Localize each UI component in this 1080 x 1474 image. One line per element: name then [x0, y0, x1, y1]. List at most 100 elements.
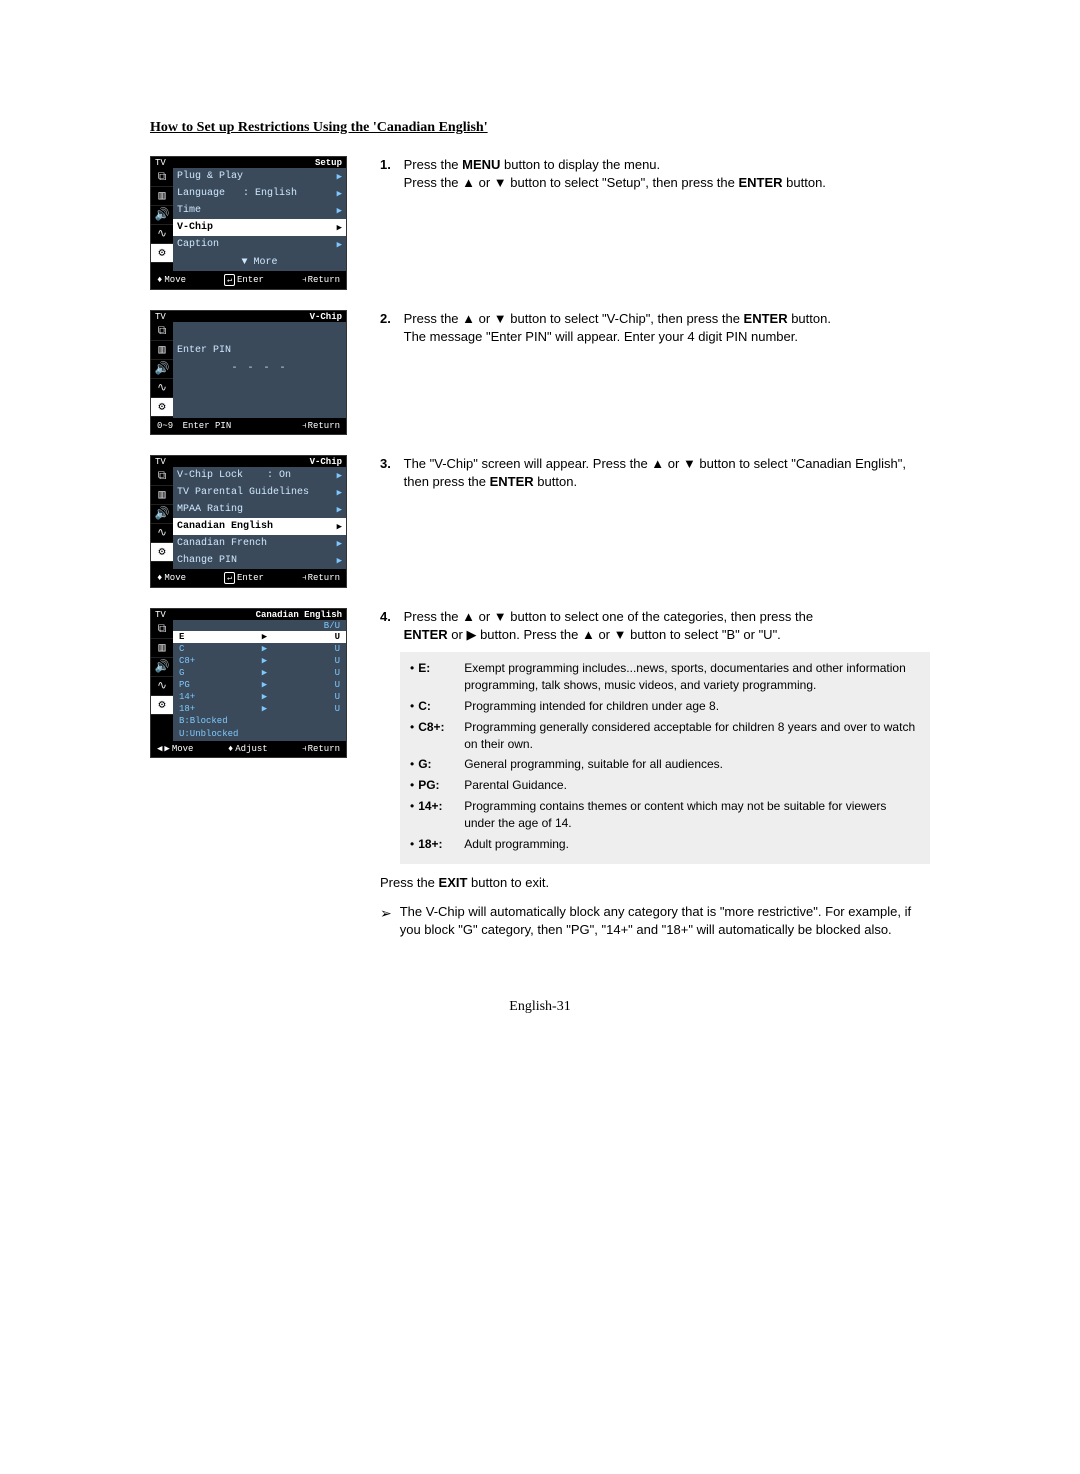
hint-move: ♦Move	[157, 572, 186, 584]
chevron-right-icon	[337, 522, 342, 532]
osd-canadian-english: TV Canadian English ⧉ ▥ 🔊 ∿ ⚙ B/U EU CU	[150, 608, 347, 758]
rating-row-18[interactable]: 18+U	[173, 703, 346, 715]
chevron-right-icon	[337, 172, 342, 182]
input-icon: ⧉	[158, 623, 167, 635]
step-number: 3.	[380, 455, 400, 473]
menu-item-canadian-french[interactable]: Canadian French	[173, 535, 346, 552]
hint-move-lr: Move	[157, 744, 193, 754]
enter-pin-label: Enter PIN	[173, 342, 346, 359]
note: ➢ The V-Chip will automatically block an…	[380, 903, 930, 939]
menu-item-mpaa[interactable]: MPAA Rating	[173, 501, 346, 518]
section-title: How to Set up Restrictions Using the 'Ca…	[150, 120, 930, 136]
osd-vchip-menu: TV V-Chip ⧉ ▥ 🔊 ∿ ⚙ V-Chip Lock : On TV …	[150, 455, 347, 588]
hint-return: ⫞Return	[302, 421, 340, 431]
chevron-right-icon	[219, 680, 310, 690]
chevron-right-icon	[337, 206, 342, 216]
def-c8: •C8+:Programming generally considered ac…	[410, 719, 920, 753]
setup-icon: ⚙	[158, 546, 165, 558]
hint-return: ⫞Return	[302, 572, 340, 584]
osd-tv-label: TV	[155, 610, 166, 620]
menu-item-change-pin[interactable]: Change PIN	[173, 552, 346, 569]
osd-tv-label: TV	[155, 457, 166, 467]
menu-item-caption[interactable]: Caption	[173, 236, 346, 253]
pin-input[interactable]: - - - -	[173, 359, 346, 378]
hint-enter: ↵Enter	[224, 572, 264, 584]
osd-sidebar: ⧉ ▥ 🔊 ∿ ⚙	[151, 322, 173, 418]
chevron-right-icon	[337, 189, 342, 199]
rating-row-c[interactable]: CU	[173, 643, 346, 655]
step-text: Press the ▲ or ▼ button to select one of…	[404, 608, 929, 644]
menu-item-vchip[interactable]: V-Chip	[173, 219, 346, 236]
sound-icon: 🔊	[155, 209, 170, 221]
setup-icon: ⚙	[158, 699, 165, 711]
menu-more[interactable]: ▼ More	[173, 253, 346, 271]
def-g: •G:General programming, suitable for all…	[410, 756, 920, 773]
menu-item-tv-parental[interactable]: TV Parental Guidelines	[173, 484, 346, 501]
osd-title: Canadian English	[256, 610, 342, 620]
hint-enter: ↵Enter	[224, 274, 264, 286]
channel-icon: ∿	[157, 527, 167, 539]
step-text: Press the MENU button to display the men…	[404, 156, 929, 192]
def-14: •14+:Programming contains themes or cont…	[410, 798, 920, 832]
chevron-right-icon	[337, 539, 342, 549]
chevron-right-icon	[337, 223, 342, 233]
osd-title: Setup	[315, 158, 342, 168]
picture-icon: ▥	[158, 344, 165, 356]
definitions-box: •E:Exempt programming includes...news, s…	[400, 652, 930, 864]
rating-row-c8[interactable]: C8+U	[173, 655, 346, 667]
hint-move: ♦Move	[157, 274, 186, 286]
channel-icon: ∿	[157, 228, 167, 240]
chevron-right-icon	[219, 692, 310, 702]
osd-setup: TV Setup ⧉ ▥ 🔊 ∿ ⚙ Plug & Play Language …	[150, 156, 347, 290]
setup-icon: ⚙	[158, 401, 165, 413]
step-number: 2.	[380, 310, 400, 328]
legend-unblocked: U:Unblocked	[173, 728, 346, 741]
step-text: The "V-Chip" screen will appear. Press t…	[404, 455, 929, 491]
sound-icon: 🔊	[155, 661, 170, 673]
picture-icon: ▥	[158, 190, 165, 202]
chevron-right-icon	[219, 644, 310, 654]
hint-return: ⫞Return	[302, 274, 340, 286]
chevron-right-icon	[337, 471, 342, 481]
chevron-right-icon	[337, 488, 342, 498]
chevron-right-icon	[219, 656, 310, 666]
hint-09: 0~9 Enter PIN	[157, 421, 231, 431]
input-icon: ⧉	[158, 171, 167, 183]
osd-sidebar: ⧉ ▥ 🔊 ∿ ⚙	[151, 620, 173, 741]
channel-icon: ∿	[157, 680, 167, 692]
rating-row-14[interactable]: 14+U	[173, 691, 346, 703]
sound-icon: 🔊	[155, 508, 170, 520]
rating-row-e[interactable]: EU	[173, 631, 346, 643]
rating-header: B/U	[173, 620, 346, 631]
osd-sidebar: ⧉ ▥ 🔊 ∿ ⚙	[151, 467, 173, 569]
menu-item-canadian-english[interactable]: Canadian English	[173, 518, 346, 535]
picture-icon: ▥	[158, 489, 165, 501]
osd-enter-pin: TV V-Chip ⧉ ▥ 🔊 ∿ ⚙ Enter PIN - - - -	[150, 310, 347, 435]
menu-item-plug-play[interactable]: Plug & Play	[173, 168, 346, 185]
input-icon: ⧉	[158, 470, 167, 482]
rating-row-pg[interactable]: PGU	[173, 679, 346, 691]
def-18: •18+:Adult programming.	[410, 836, 920, 853]
chevron-right-icon	[219, 704, 310, 714]
channel-icon: ∿	[157, 382, 167, 394]
osd-tv-label: TV	[155, 312, 166, 322]
exit-text: Press the EXIT button to exit.	[380, 874, 930, 892]
hint-adjust: ♦Adjust	[228, 744, 268, 754]
def-pg: •PG:Parental Guidance.	[410, 777, 920, 794]
chevron-right-icon	[337, 556, 342, 566]
osd-title: V-Chip	[310, 312, 342, 322]
setup-icon: ⚙	[158, 247, 165, 259]
menu-item-vchip-lock[interactable]: V-Chip Lock : On	[173, 467, 346, 484]
menu-item-language[interactable]: Language : English	[173, 185, 346, 202]
chevron-right-icon	[337, 505, 342, 515]
rating-row-g[interactable]: GU	[173, 667, 346, 679]
menu-item-time[interactable]: Time	[173, 202, 346, 219]
page-footer: English-31	[150, 999, 930, 1015]
chevron-right-icon	[219, 632, 310, 642]
step-number: 1.	[380, 156, 400, 174]
input-icon: ⧉	[158, 325, 167, 337]
legend-blocked: B:Blocked	[173, 715, 346, 728]
hint-return: ⫞Return	[302, 744, 340, 754]
step-text: Press the ▲ or ▼ button to select "V-Chi…	[404, 310, 929, 346]
chevron-right-icon	[219, 668, 310, 678]
